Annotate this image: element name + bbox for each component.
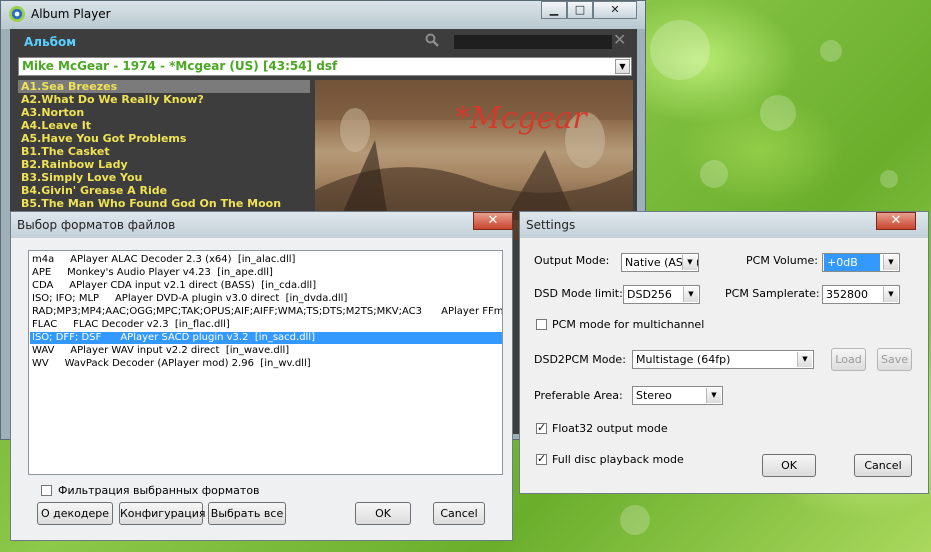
dsd-mode-limit-select[interactable]: DSD256 ▼ [623,285,700,304]
desktop-bubble [880,170,898,188]
settings-dialog-title: Settings [526,218,576,232]
chevron-down-icon[interactable]: ▼ [683,287,698,302]
pcm-samplerate-value: 352800 [826,288,868,301]
track-item[interactable]: A5.Have You Got Problems [18,132,310,145]
maximize-button[interactable]: □ [567,1,593,19]
pcm-multichannel-checkbox[interactable] [536,319,547,330]
pcm-samplerate-label: PCM Samplerate: [725,287,820,300]
pcm-volume-value: +0dB [824,254,880,271]
chevron-down-icon[interactable]: ▼ [883,287,898,302]
player-window-title: Album Player [31,7,111,21]
settings-ok-button[interactable]: OK [762,454,816,477]
dsd2pcm-mode-label: DSD2PCM Mode: [534,353,626,366]
formats-dialog-close-button[interactable]: ✕ [473,212,513,230]
chevron-down-icon[interactable]: ▼ [797,352,812,367]
minimize-button[interactable]: ▁ [541,1,567,19]
formats-dialog-titlebar[interactable]: Выбор форматов файлов ✕ [11,212,513,238]
track-item[interactable]: B2.Rainbow Lady [18,158,310,171]
pcm-volume-select[interactable]: +0dB ▼ [822,253,900,272]
app-logo-icon [9,6,25,22]
desktop-bubble [820,40,842,62]
preferable-area-select[interactable]: Stereo ▼ [632,386,723,405]
clear-search-icon[interactable]: ✕ [613,32,626,48]
desktop-bubble [620,505,650,535]
pcm-samplerate-select[interactable]: 352800 ▼ [822,285,900,304]
dsd2pcm-mode-select[interactable]: Multistage (64fp) ▼ [632,350,814,369]
pcm-volume-label: PCM Volume: [746,254,818,267]
formats-ok-button[interactable]: OK [355,502,411,525]
formats-cancel-button[interactable]: Cancel [433,502,485,525]
about-decoder-button[interactable]: О декодере [37,502,113,525]
configuration-button[interactable]: Конфигурация [119,502,206,525]
chevron-down-icon[interactable]: ▼ [682,255,697,270]
track-item[interactable]: A4.Leave It [18,119,310,132]
pcm-multichannel-label: PCM mode for multichannel [552,318,705,331]
search-icon[interactable] [425,33,439,47]
desktop-bubble [700,160,728,188]
preferable-area-value: Stereo [636,389,672,402]
full-disc-playback-checkbox[interactable] [536,452,547,465]
format-row-selected[interactable]: ISO; DFF; DSF APlayer SACD plugin v3.2 [… [30,332,502,344]
album-select-value: Mike McGear - 1974 - *Mcgear (US) [43:54… [22,59,338,73]
album-select[interactable]: Mike McGear - 1974 - *Mcgear (US) [43:54… [18,57,632,76]
settings-dialog-titlebar[interactable]: Settings ✕ [520,212,928,238]
output-mode-label: Output Mode: [534,254,610,267]
format-row[interactable]: RAD;MP3;MP4;AAC;OGG;MPC;TAK;OPUS;AIF;AIF… [30,306,502,318]
filter-formats-checkbox[interactable] [41,485,52,496]
float32-output-checkbox[interactable] [536,421,547,434]
player-titlebar[interactable]: Album Player ▁ □ ✕ [1,1,645,29]
track-item[interactable]: B3.Simply Love You [18,171,310,184]
select-all-button[interactable]: Выбрать все [208,502,286,525]
track-item[interactable]: A3.Norton [18,106,310,119]
format-row[interactable]: WV WavPack Decoder (APlayer mod) 2.96 [i… [30,358,502,370]
track-item[interactable]: B1.The Casket [18,145,310,158]
preferable-area-label: Preferable Area: [534,389,623,402]
settings-dialog-close-button[interactable]: ✕ [876,212,916,230]
settings-cancel-button[interactable]: Cancel [854,454,912,477]
float32-output-label: Float32 output mode [552,422,668,435]
formats-dialog-title: Выбор форматов файлов [17,218,176,232]
format-row[interactable]: ISO; IFO; MLP APlayer DVD-A plugin v3.0 … [30,293,502,305]
formats-list[interactable]: m4a APlayer ALAC Decoder 2.3 (x64) [in_a… [28,250,503,475]
format-row[interactable]: m4a APlayer ALAC Decoder 2.3 (x64) [in_a… [30,254,502,266]
output-mode-select[interactable]: Native (ASIO) ▼ [621,253,699,272]
format-row[interactable]: APE Monkey's Audio Player v4.23 [in_ape.… [30,267,502,279]
format-row[interactable]: CDA APlayer CDA input v2.1 direct (BASS)… [30,280,502,292]
chevron-down-icon[interactable]: ▼ [883,255,898,270]
track-item[interactable]: A2.What Do We Really Know? [18,93,310,106]
track-item[interactable]: B5.The Man Who Found God On The Moon [18,197,310,210]
format-row[interactable]: FLAC FLAC Decoder v2.3 [in_flac.dll] [30,319,502,331]
load-button[interactable]: Load [831,348,866,371]
chevron-down-icon[interactable]: ▼ [615,59,630,74]
track-item[interactable]: A1.Sea Breezes [18,80,310,93]
filter-formats-label: Фильтрация выбранных форматов [58,484,260,497]
album-label: Альбом [24,35,77,49]
search-input[interactable] [454,35,612,49]
close-button[interactable]: ✕ [593,1,637,19]
dsd-mode-limit-value: DSD256 [627,288,672,301]
save-button[interactable]: Save [877,348,912,371]
chevron-down-icon[interactable]: ▼ [706,388,721,403]
format-row[interactable]: WAV APlayer WAV input v2.2 direct [in_wa… [30,345,502,357]
settings-dialog: Settings ✕ Output Mode: Native (ASIO) ▼ … [519,211,929,494]
track-item[interactable]: B4.Givin' Grease A Ride [18,184,310,197]
cover-title-text: *Mcgear [455,101,588,136]
dsd-mode-limit-label: DSD Mode limit: [534,287,623,300]
desktop-bubble [760,95,796,131]
desktop-bubble [650,20,710,80]
full-disc-playback-label: Full disc playback mode [552,453,684,466]
dsd2pcm-mode-value: Multistage (64fp) [636,353,731,366]
formats-dialog: Выбор форматов файлов ✕ m4a APlayer ALAC… [10,211,513,541]
